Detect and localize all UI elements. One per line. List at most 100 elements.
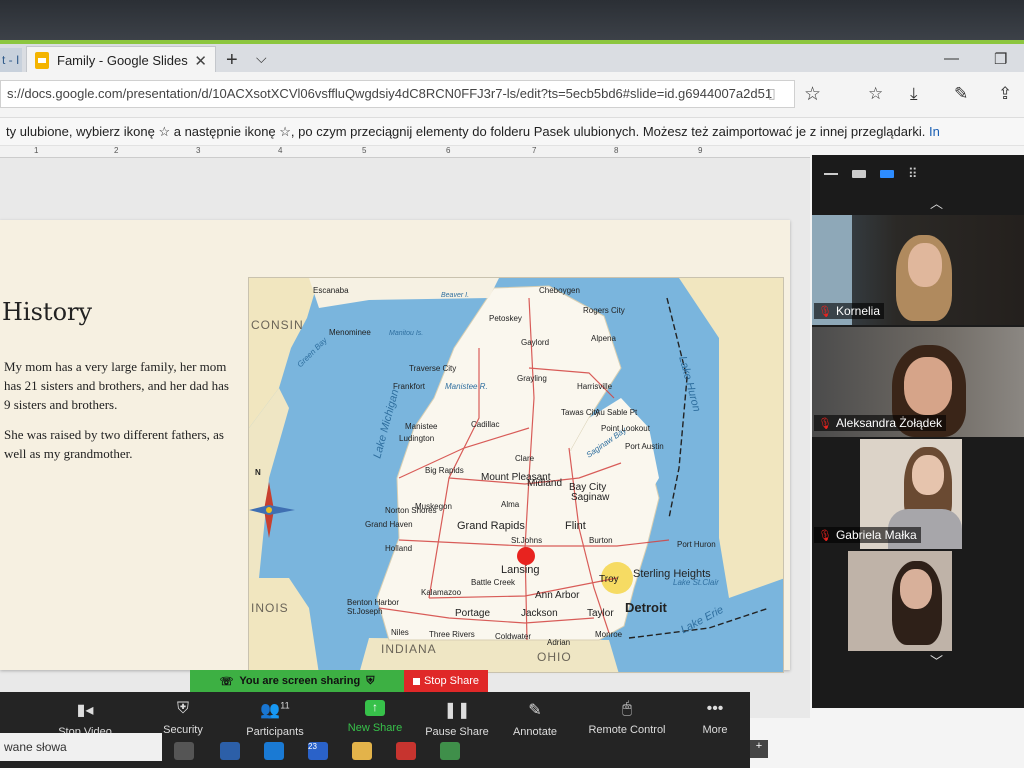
map-city-au-sable-pt: Au Sable Pt bbox=[595, 408, 638, 417]
map-city-rogers-city: Rogers City bbox=[583, 306, 625, 315]
participants-button[interactable]: 👥11 Participants bbox=[230, 700, 320, 738]
map-city-flint: Flint bbox=[565, 520, 586, 532]
address-bar-row: s://docs.google.com/presentation/d/10ACX… bbox=[0, 72, 1024, 118]
pause-icon: ❚❚ bbox=[443, 702, 471, 719]
slides-ruler: 1 2 3 4 5 6 7 8 9 bbox=[0, 146, 810, 158]
map-city-frankfort: Frankfort bbox=[393, 382, 426, 391]
map-city-cheboygen: Cheboygen bbox=[539, 286, 580, 295]
map-city-coldwater: Coldwater bbox=[495, 632, 532, 641]
star-icon[interactable]: ☆ bbox=[804, 83, 821, 106]
map-city-tawas-city: Tawas City bbox=[561, 408, 600, 417]
ruler-mark: 9 bbox=[698, 146, 703, 155]
map-city-niles: Niles bbox=[391, 628, 409, 637]
active-gallery-icon[interactable] bbox=[880, 170, 894, 178]
map-city-cadillac: Cadillac bbox=[471, 420, 500, 429]
tab-title: Family - Google Slides bbox=[57, 53, 188, 68]
minimize-icon[interactable] bbox=[824, 173, 838, 175]
word-app-icon[interactable] bbox=[220, 742, 240, 760]
map-label-indiana: INDIANA bbox=[381, 642, 437, 656]
tab-actions-chevron-icon[interactable]: ⌵ bbox=[256, 50, 267, 67]
favorites-icon[interactable]: ☆ bbox=[868, 84, 883, 104]
security-button[interactable]: ⛨ Security bbox=[138, 700, 228, 736]
mail-app-icon[interactable]: 23 bbox=[308, 742, 328, 760]
minimize-window-button[interactable]: — bbox=[944, 50, 959, 67]
ruler-mark: 2 bbox=[114, 146, 119, 155]
video-tile-kornelia[interactable]: 🎙 Kornelia bbox=[812, 215, 1024, 325]
file-explorer-icon[interactable] bbox=[352, 742, 372, 760]
map-city-benton-harbor: Benton Harbor St.Joseph bbox=[347, 598, 400, 616]
map-city-traverse-city: Traverse City bbox=[409, 364, 457, 373]
shield-icon: ⛨ bbox=[366, 674, 375, 687]
map-city-harrisville: Harrisville bbox=[577, 382, 613, 391]
ruler-mark: 5 bbox=[362, 146, 367, 155]
compass-north-label: N bbox=[255, 468, 261, 477]
participants-icon: 👥11 bbox=[260, 700, 290, 719]
map-city-st-johns: St.Johns bbox=[511, 536, 543, 545]
participant-name-tag: 🎙 Aleksandra Żołądek bbox=[814, 415, 947, 431]
map-city-clare: Clare bbox=[515, 454, 535, 463]
map-city-grand-haven: Grand Haven bbox=[365, 520, 413, 529]
remote-control-button[interactable]: 🖱 Remote Control bbox=[582, 700, 672, 736]
map-city-alma: Alma bbox=[501, 500, 520, 509]
pencil-icon: ✎ bbox=[528, 702, 542, 719]
map-city-battle-creek: Battle Creek bbox=[471, 578, 516, 587]
annotate-button[interactable]: ✎ Annotate bbox=[490, 700, 580, 738]
map-city-escanaba: Escanaba bbox=[313, 286, 349, 295]
share-icon[interactable]: ⇪ bbox=[998, 84, 1012, 104]
map-city-gaylord: Gaylord bbox=[521, 338, 550, 347]
import-favorites-link[interactable]: In bbox=[929, 124, 940, 139]
map-city-petoskey: Petoskey bbox=[489, 314, 522, 323]
video-tile-gabriela[interactable]: 🎙 Gabriela Małka bbox=[812, 439, 1024, 549]
url-field[interactable]: s://docs.google.com/presentation/d/10ACX… bbox=[0, 80, 795, 108]
slide-title: History bbox=[2, 298, 93, 326]
map-city-grand-rapids: Grand Rapids bbox=[457, 520, 525, 532]
video-camera-icon: ▮◂ bbox=[76, 702, 94, 719]
speaker-view-icon[interactable] bbox=[852, 170, 866, 178]
restore-window-button[interactable]: ❐ bbox=[994, 50, 1007, 68]
new-share-button[interactable]: ↑ New Share bbox=[330, 700, 420, 734]
favorites-hint-text: ty ulubione, wybierz ikonę ☆ a następnie… bbox=[6, 124, 926, 139]
more-button[interactable]: ••• More bbox=[670, 700, 760, 736]
video-tile-participant-4[interactable] bbox=[812, 551, 1024, 651]
tab-family-slides[interactable]: Family - Google Slides ✕ bbox=[26, 46, 216, 74]
map-city-ludington: Ludington bbox=[399, 434, 435, 443]
participant-face bbox=[912, 455, 944, 495]
michigan-map: CONSIN INOIS INDIANA OHIO N Lake Michiga… bbox=[248, 277, 784, 673]
participant-name-tag: 🎙 Gabriela Małka bbox=[814, 527, 921, 543]
grid-view-icon[interactable]: ⠿ bbox=[908, 166, 918, 182]
mouse-icon: 🖱 bbox=[622, 700, 632, 717]
edge-browser-icon[interactable] bbox=[264, 742, 284, 760]
previous-tab[interactable]: t - I bbox=[0, 48, 22, 72]
slide-paragraph-1: My mom has a very large family, her mom … bbox=[4, 359, 229, 412]
map-city-midland: Midland bbox=[527, 478, 563, 489]
reading-view-icon[interactable]: ▯ bbox=[768, 85, 776, 102]
new-tab-button[interactable]: + bbox=[226, 49, 238, 72]
map-label-wisconsin: CONSIN bbox=[251, 318, 304, 332]
notification-tray-icon[interactable]: + bbox=[750, 740, 768, 758]
slide-canvas: History My mom has a very large family, … bbox=[0, 158, 810, 718]
ruler-mark: 1 bbox=[34, 146, 39, 155]
tab-close-icon[interactable]: ✕ bbox=[194, 52, 207, 70]
pen-icon[interactable]: ✎ bbox=[954, 84, 968, 104]
map-city-holland: Holland bbox=[385, 544, 413, 553]
app-icon-red[interactable] bbox=[396, 742, 416, 760]
sharing-status: ☏ You are screen sharing ⛨ bbox=[190, 670, 404, 692]
task-view-icon[interactable] bbox=[174, 742, 194, 760]
scroll-down-chevron-icon[interactable]: ﹀ bbox=[930, 651, 943, 670]
ruler-mark: 8 bbox=[614, 146, 619, 155]
map-city-alpena: Alpena bbox=[591, 334, 616, 343]
pause-share-button[interactable]: ❚❚ Pause Share bbox=[412, 700, 502, 738]
download-icon[interactable]: ⤓ bbox=[910, 84, 918, 104]
stop-share-button[interactable]: Stop Share bbox=[404, 670, 488, 692]
participants-count: 11 bbox=[280, 700, 290, 711]
video-tile-aleksandra[interactable]: 🎙 Aleksandra Żołądek bbox=[812, 327, 1024, 437]
map-city-point-lookout: Point Lookout bbox=[601, 424, 650, 433]
map-city-lansing: Lansing bbox=[501, 564, 540, 576]
taskbar-search-box[interactable]: wane słowa bbox=[0, 733, 162, 761]
scroll-up-chevron-icon[interactable]: ︿ bbox=[930, 193, 943, 212]
app-icon-green[interactable] bbox=[440, 742, 460, 760]
map-city-three-rivers: Three Rivers bbox=[429, 630, 475, 639]
map-city-monroe: Monroe bbox=[595, 630, 623, 639]
lansing-marker bbox=[517, 547, 535, 565]
map-label-illinois: INOIS bbox=[251, 601, 289, 615]
